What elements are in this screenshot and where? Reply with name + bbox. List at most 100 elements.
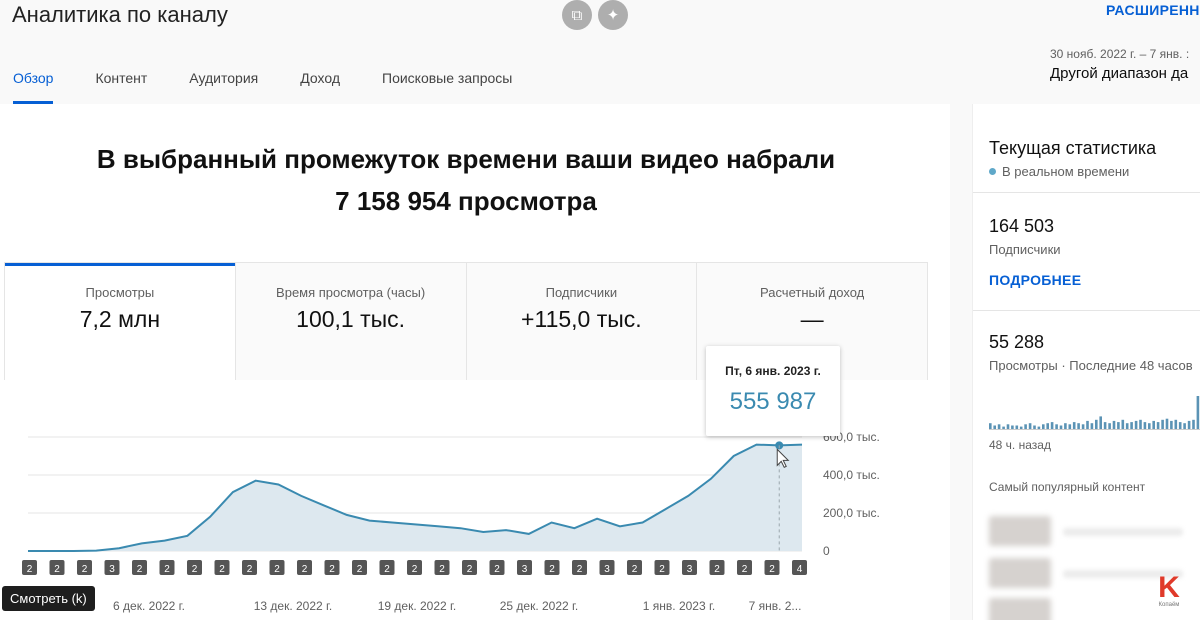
sparkline-bar [1103, 422, 1107, 429]
views-48h-value: 55 288 [989, 332, 1045, 352]
sparkline-bar [1006, 424, 1010, 429]
realtime-live-label: В реальном времени [989, 164, 1129, 179]
live-text: В реальном времени [1002, 164, 1130, 179]
sparkline-bar [1024, 424, 1027, 429]
sparkline-bar [1064, 423, 1067, 429]
sparkline-bar [1072, 422, 1076, 429]
tooltip-date: Пт, 6 янв. 2023 г. [725, 364, 821, 378]
sparkline-bar [1152, 420, 1155, 429]
tab-revenue[interactable]: Доход [300, 60, 340, 104]
marker-count: 2 [54, 564, 60, 575]
metric-label: Расчетный доход [759, 285, 865, 300]
video-upload-marker: 2 [544, 560, 560, 575]
x-tick-label: 13 дек. 2022 г. [254, 599, 333, 613]
sparkline-bar [989, 423, 992, 429]
sparkline-bar [1148, 423, 1151, 429]
popular-video-title[interactable] [1063, 528, 1183, 536]
marker-count: 2 [137, 564, 143, 575]
sparkline-bar [1099, 416, 1102, 429]
subscribers-label: Подписчики [989, 242, 1061, 257]
video-upload-marker: 2 [737, 560, 752, 575]
video-upload-marker: 2 [352, 560, 367, 575]
headline: В выбранный промежуток времени ваши виде… [0, 138, 932, 222]
metric-card-watch-time[interactable]: Время просмотра (часы) 100,1 тыс. [234, 263, 466, 380]
top-icons: ⧉ ✦ [562, 0, 628, 30]
video-upload-marker: 2 [462, 560, 477, 575]
marker-count: 2 [467, 564, 473, 575]
sparkline-bar [1095, 419, 1098, 429]
views-48h-sparkline[interactable] [989, 396, 1200, 430]
sparkline-bar [1108, 423, 1111, 429]
metric-card-subscribers[interactable]: Подписчики +115,0 тыс. [465, 263, 697, 380]
realtime-panel: Текущая статистика В реальном времени 16… [972, 104, 1200, 620]
sparkline-bar [1077, 423, 1080, 429]
video-upload-marker: 3 [104, 560, 120, 575]
sparkline-bar [1028, 423, 1032, 429]
sparkline-bar [1015, 425, 1019, 429]
copy-icon[interactable]: ⧉ [562, 0, 592, 30]
sparkline-bar [1156, 422, 1160, 429]
sparkline-bar [1134, 420, 1138, 429]
divider [973, 310, 1200, 311]
tab-overview[interactable]: Обзор [13, 60, 54, 104]
realtime-title: Текущая статистика [989, 138, 1157, 158]
metric-value: +115,0 тыс. [521, 306, 642, 332]
x-tick-label: 19 дек. 2022 г. [378, 599, 457, 613]
logo-letter: K [1158, 571, 1180, 604]
marker-count: 2 [82, 564, 88, 575]
sparkline-start-label: 48 ч. назад [989, 438, 1051, 452]
sparkline-bar [1192, 419, 1195, 429]
popular-video-thumbnail[interactable] [989, 516, 1051, 546]
headline-line-1: В выбранный промежуток времени ваши виде… [96, 144, 836, 174]
metric-value: — [800, 306, 824, 332]
sparkline-bar [1037, 426, 1041, 429]
watch-button[interactable]: Смотреть (k) [2, 586, 95, 611]
analytics-tabs: Обзор Контент Аудитория Доход Поисковые … [0, 60, 533, 104]
live-dot-icon [989, 168, 996, 175]
tab-content[interactable]: Контент [95, 60, 147, 104]
sparkline-bar [1042, 424, 1045, 429]
logo-caption: Копаём [1158, 602, 1180, 608]
marker-count: 2 [632, 564, 638, 575]
marker-count: 2 [274, 564, 280, 575]
sparkline-bar [1165, 418, 1169, 429]
headline-line-2: 7 158 954 просмотра [335, 186, 597, 216]
video-upload-marker: 2 [654, 560, 670, 575]
advanced-mode-link[interactable]: РАСШИРЕНН [1106, 2, 1200, 18]
sparkline-bar [1059, 425, 1063, 429]
marker-count: 2 [439, 564, 445, 575]
video-upload-marker: 2 [269, 560, 285, 575]
page-title: Аналитика по каналу [12, 2, 228, 27]
popular-video-thumbnail[interactable] [989, 598, 1051, 620]
metric-value: 100,1 тыс. [296, 306, 406, 332]
marker-count: 3 [687, 564, 693, 575]
metric-card-views[interactable]: Просмотры 7,2 млн [5, 263, 235, 380]
sparkline-bar [1196, 396, 1200, 429]
marker-count: 4 [797, 564, 803, 575]
metric-label: Время просмотра (часы) [276, 285, 426, 300]
sparkle-icon[interactable]: ✦ [598, 0, 628, 30]
x-tick-label: 7 янв. 2... [749, 599, 802, 613]
details-link[interactable]: ПОДРОБНЕЕ [989, 272, 1081, 288]
tab-search-queries[interactable]: Поисковые запросы [382, 60, 512, 104]
sparkline-bar [1130, 422, 1133, 429]
video-upload-marker: 2 [627, 560, 642, 575]
sparkline-bar [1011, 425, 1014, 429]
tab-audience[interactable]: Аудитория [189, 60, 258, 104]
sparkline-bar [1055, 424, 1058, 429]
date-range-picker[interactable]: Другой диапазон да [1050, 65, 1188, 82]
x-tick-label: 1 янв. 2023 г. [643, 599, 715, 613]
views-48h-label: Просмотры · Последние 48 часов [989, 358, 1193, 373]
metric-value: 7,2 млн [79, 306, 161, 332]
y-tick-label: 0 [823, 544, 830, 558]
y-tick-label: 400,0 тыс. [823, 468, 880, 482]
video-upload-marker: 4 [792, 560, 807, 575]
video-upload-marker: 2 [214, 560, 230, 575]
sparkline-bar [1121, 419, 1125, 429]
popular-video-thumbnail[interactable] [989, 558, 1051, 588]
marker-count: 2 [302, 564, 308, 575]
video-upload-marker: 2 [764, 560, 780, 575]
y-tick-label: 200,0 тыс. [823, 506, 880, 520]
video-upload-marker: 2 [489, 560, 505, 575]
sparkline-bar [1050, 422, 1054, 429]
